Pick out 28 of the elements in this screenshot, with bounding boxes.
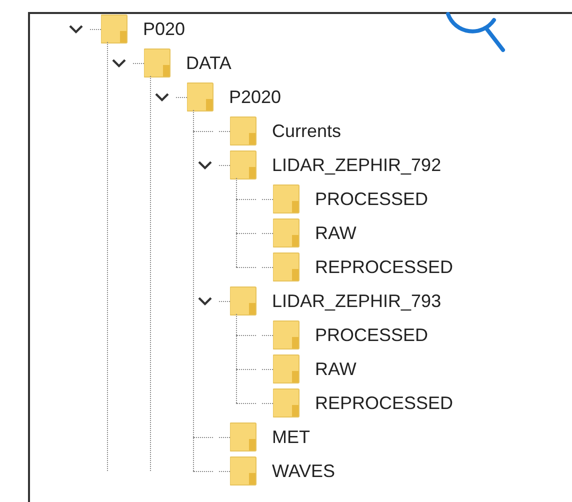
folder-icon — [273, 320, 301, 350]
folder-icon — [230, 116, 258, 146]
folder-icon — [273, 252, 301, 282]
folder-name[interactable]: Currents — [272, 118, 342, 144]
folder-icon — [230, 422, 258, 452]
folder-name[interactable]: MET — [272, 424, 310, 450]
folder-name[interactable]: RAW — [315, 356, 356, 382]
folder-icon — [230, 286, 258, 316]
folder-icon — [101, 14, 129, 44]
folder-name[interactable]: WAVES — [272, 458, 336, 484]
folder-name[interactable]: P2020 — [229, 84, 282, 110]
folder-icon — [144, 48, 172, 78]
folder-icon — [273, 184, 301, 214]
folder-name[interactable]: LIDAR_ZEPHIR_792 — [272, 152, 442, 178]
folder-name[interactable]: DATA — [186, 50, 232, 76]
folder-name[interactable]: P020 — [143, 16, 186, 42]
folder-name[interactable]: PROCESSED — [315, 322, 428, 348]
folder-icon — [273, 388, 301, 418]
folder-name[interactable]: REPROCESSED — [315, 254, 454, 280]
folder-icon — [230, 150, 258, 180]
folder-name[interactable]: REPROCESSED — [315, 390, 454, 416]
folder-icon — [273, 218, 301, 248]
folder-icon — [230, 456, 258, 486]
folder-name[interactable]: RAW — [315, 220, 356, 246]
folder-name[interactable]: PROCESSED — [315, 186, 428, 212]
folder-name[interactable]: LIDAR_ZEPHIR_793 — [272, 288, 442, 314]
folder-icon — [273, 354, 301, 384]
folder-icon — [187, 82, 215, 112]
